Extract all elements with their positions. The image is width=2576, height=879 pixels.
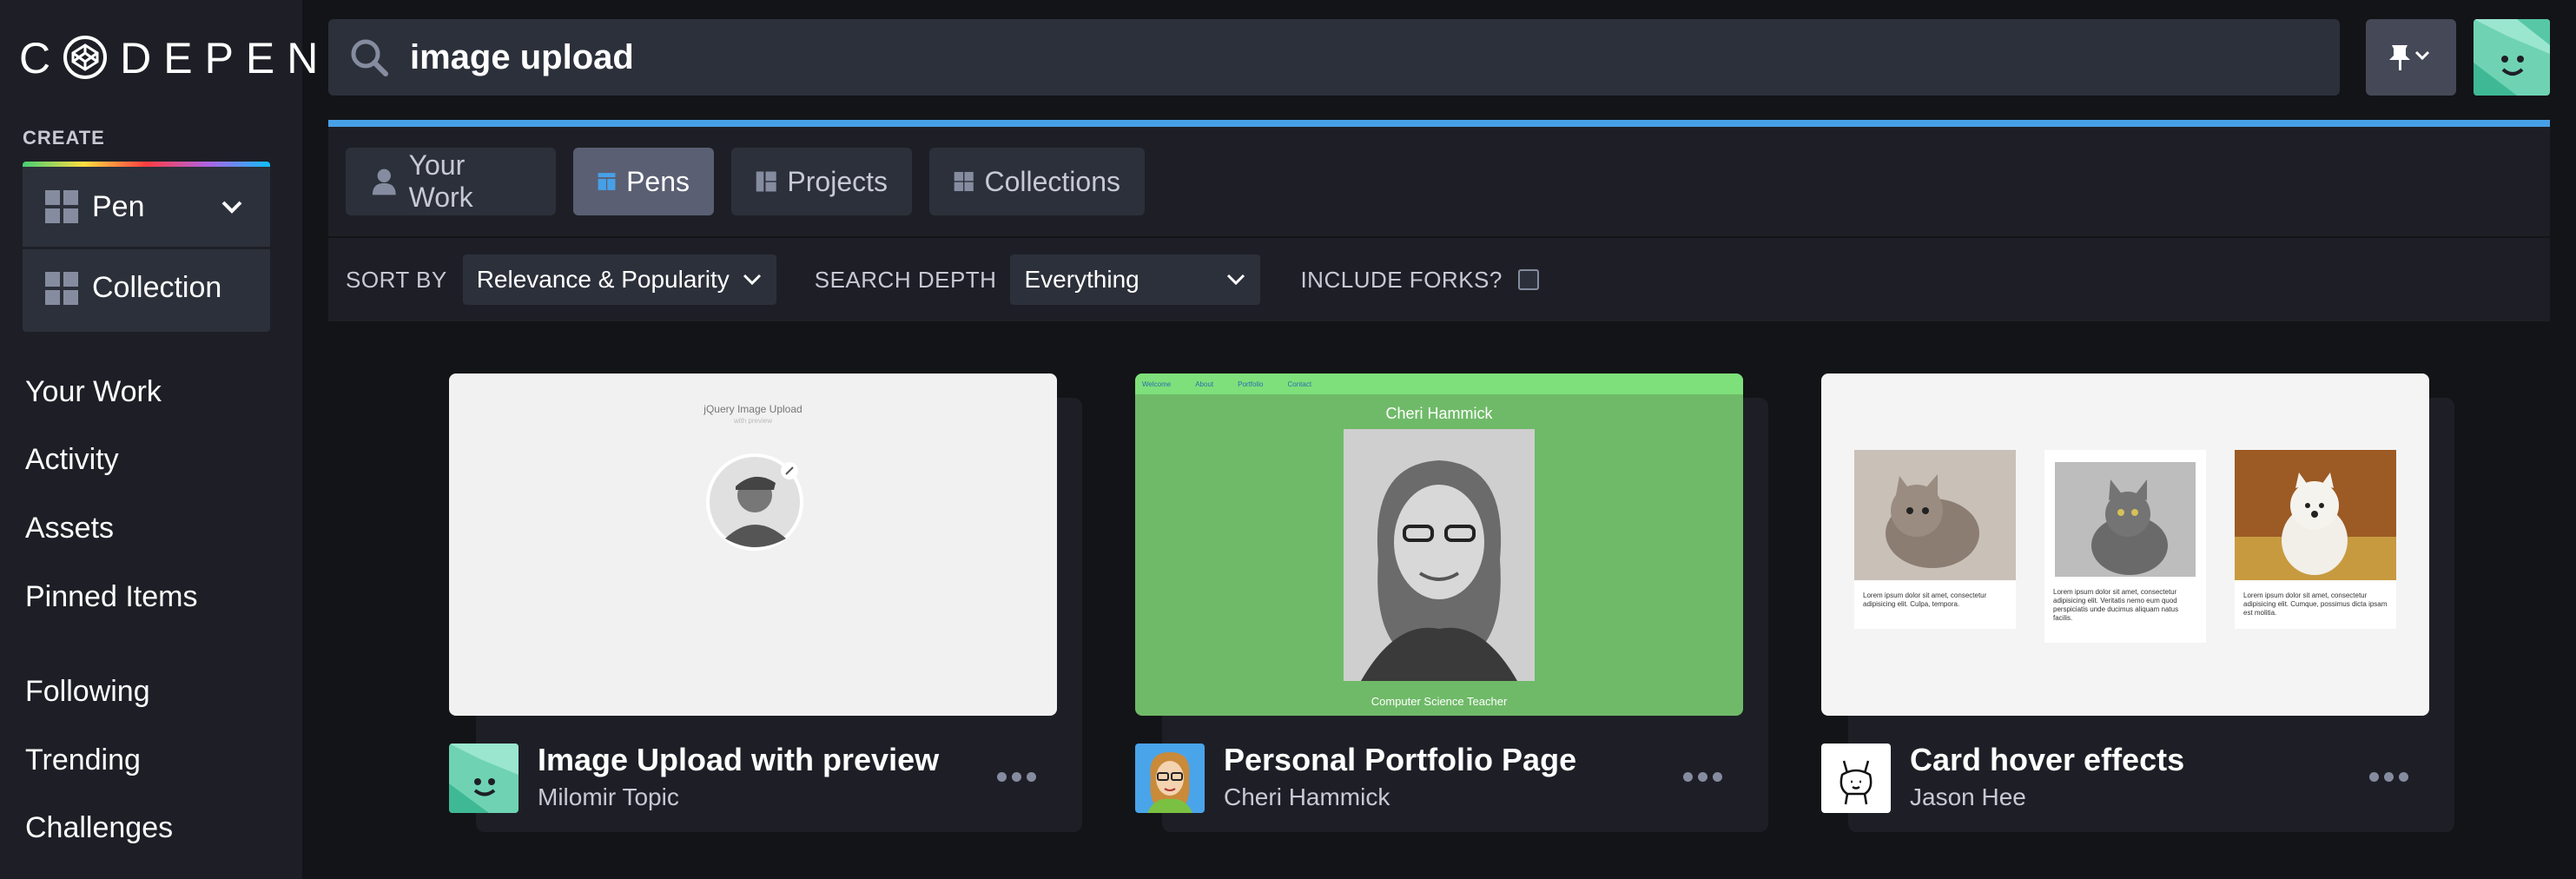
sidebar-item-trending[interactable]: Trending <box>25 744 141 777</box>
tab-your-work[interactable]: Your Work <box>346 148 556 215</box>
sidebar-item-pinned-items[interactable]: Pinned Items <box>25 580 197 614</box>
preview-card-text: Lorem ipsum dolor sit amet, consectetur … <box>2053 588 2179 622</box>
preview-profile-photo <box>706 453 803 551</box>
tab-projects-label: Projects <box>787 165 888 197</box>
accent-progress-bar <box>328 120 2550 127</box>
filter-bar: SORT BY Relevance & Popularity SEARCH DE… <box>328 238 2550 321</box>
search-bar[interactable]: image upload <box>328 19 2340 96</box>
tab-collections-label: Collections <box>984 165 1120 197</box>
search-icon <box>351 39 388 76</box>
preview-nav-item: About <box>1195 380 1214 388</box>
white-dog-photo <box>2235 450 2396 580</box>
kitten-photo <box>1854 450 2016 580</box>
more-options-icon[interactable] <box>1683 772 1722 782</box>
search-depth-value: Everything <box>1024 266 1139 293</box>
codepen-logo[interactable]: C DEPEN <box>19 33 330 83</box>
preview-card: Lorem ipsum dolor sit amet, consectetur … <box>2235 450 2396 629</box>
preview-heading: Cheri Hammick <box>1385 405 1493 422</box>
sidebar-item-your-work[interactable]: Your Work <box>25 375 162 409</box>
chevron-down-icon[interactable] <box>220 195 244 219</box>
preview-card-text: Lorem ipsum dolor sit amet, consectetur … <box>2243 592 2388 617</box>
pin-icon <box>2389 45 2430 70</box>
author-avatar[interactable] <box>1135 744 1205 813</box>
logo-text-right: DEPEN <box>120 34 331 83</box>
pinned-items-button[interactable] <box>2366 19 2456 96</box>
sort-by-value: Relevance & Popularity <box>476 266 730 293</box>
gray-cat-photo <box>2055 462 2196 577</box>
avatar-smiley-icon <box>449 744 519 813</box>
user-icon <box>372 169 396 195</box>
include-forks-label: INCLUDE FORKS? <box>1300 266 1503 293</box>
preview-subheading: with preview <box>733 417 772 425</box>
card-title[interactable]: Card hover effects <box>1910 742 2184 778</box>
tab-your-work-label: Your Work <box>408 149 473 213</box>
tab-collections[interactable]: Collections <box>929 148 1145 215</box>
projects-icon <box>756 171 776 192</box>
codepen-cube-icon <box>63 36 108 79</box>
sidebar: C DEPEN CREATE Pen Collection Your Work A… <box>0 0 318 879</box>
card-author[interactable]: Milomir Topic <box>538 783 679 811</box>
tab-projects[interactable]: Projects <box>731 148 912 215</box>
user-avatar[interactable] <box>2474 19 2550 96</box>
create-pen-label: Pen <box>92 189 145 223</box>
create-menu: Pen Collection <box>23 162 270 332</box>
preview-nav-item: Contact <box>1287 380 1312 388</box>
card-author[interactable]: Cheri Hammick <box>1224 783 1390 811</box>
pens-grid-icon <box>598 173 616 190</box>
create-collection-button[interactable]: Collection <box>23 247 270 327</box>
chevron-down-icon <box>1227 274 1245 286</box>
preview-heading: jQuery Image Upload <box>703 403 803 415</box>
card-author[interactable]: Jason Hee <box>1910 783 2026 811</box>
sidebar-item-assets[interactable]: Assets <box>25 512 114 545</box>
tab-pens[interactable]: Pens <box>573 148 714 215</box>
tab-pens-label: Pens <box>626 165 690 197</box>
search-depth-select[interactable]: Everything <box>1010 254 1261 305</box>
sort-by-label: SORT BY <box>346 266 447 293</box>
author-avatar[interactable] <box>449 744 519 813</box>
create-label: CREATE <box>23 127 105 149</box>
preview-card: Lorem ipsum dolor sit amet, consectetur … <box>2044 450 2206 643</box>
preview-caption: Computer Science Teacher <box>1371 695 1508 708</box>
preview-card: Lorem ipsum dolor sit amet, consectetur … <box>1854 450 2016 629</box>
create-collection-label: Collection <box>92 271 222 304</box>
pen-grid-icon <box>45 190 78 223</box>
author-avatar[interactable] <box>1821 744 1891 813</box>
more-options-icon[interactable] <box>997 772 1036 782</box>
search-input[interactable]: image upload <box>410 38 634 77</box>
collection-grid-icon <box>45 271 78 305</box>
search-depth-label: SEARCH DEPTH <box>814 266 997 293</box>
sort-by-select[interactable]: Relevance & Popularity <box>462 254 776 305</box>
logo-text-left: C <box>19 34 63 83</box>
chevron-down-icon <box>743 274 761 286</box>
tab-bar: Your Work Pens Projects Collections <box>328 127 2550 236</box>
card-preview[interactable]: jQuery Image Upload with preview <box>449 373 1057 716</box>
create-pen-button[interactable]: Pen <box>23 167 270 247</box>
sidebar-item-following[interactable]: Following <box>25 675 150 709</box>
avatar-cartoon-icon <box>1135 744 1205 813</box>
sidebar-item-activity[interactable]: Activity <box>25 443 119 477</box>
include-forks-checkbox[interactable] <box>1517 269 1539 290</box>
card-title[interactable]: Personal Portfolio Page <box>1224 742 1576 778</box>
more-options-icon[interactable] <box>2369 772 2408 782</box>
preview-card-text: Lorem ipsum dolor sit amet, consectetur … <box>1863 592 1987 608</box>
preview-nav-item: Portfolio <box>1238 380 1264 388</box>
sidebar-item-challenges[interactable]: Challenges <box>25 811 173 845</box>
card-preview[interactable]: Lorem ipsum dolor sit amet, consectetur … <box>1821 373 2429 716</box>
avatar-smiley-icon <box>2474 19 2550 96</box>
card-title[interactable]: Image Upload with preview <box>538 742 939 778</box>
preview-nav-item: Welcome <box>1142 380 1172 388</box>
avatar-cat-sketch-icon <box>1840 760 1873 805</box>
preview-portrait-photo <box>1344 429 1535 681</box>
card-preview[interactable]: Welcome About Portfolio Contact Cheri Ha… <box>1135 373 1743 716</box>
collections-icon <box>954 171 974 192</box>
preview-nav: Welcome About Portfolio Contact <box>1135 373 1743 394</box>
